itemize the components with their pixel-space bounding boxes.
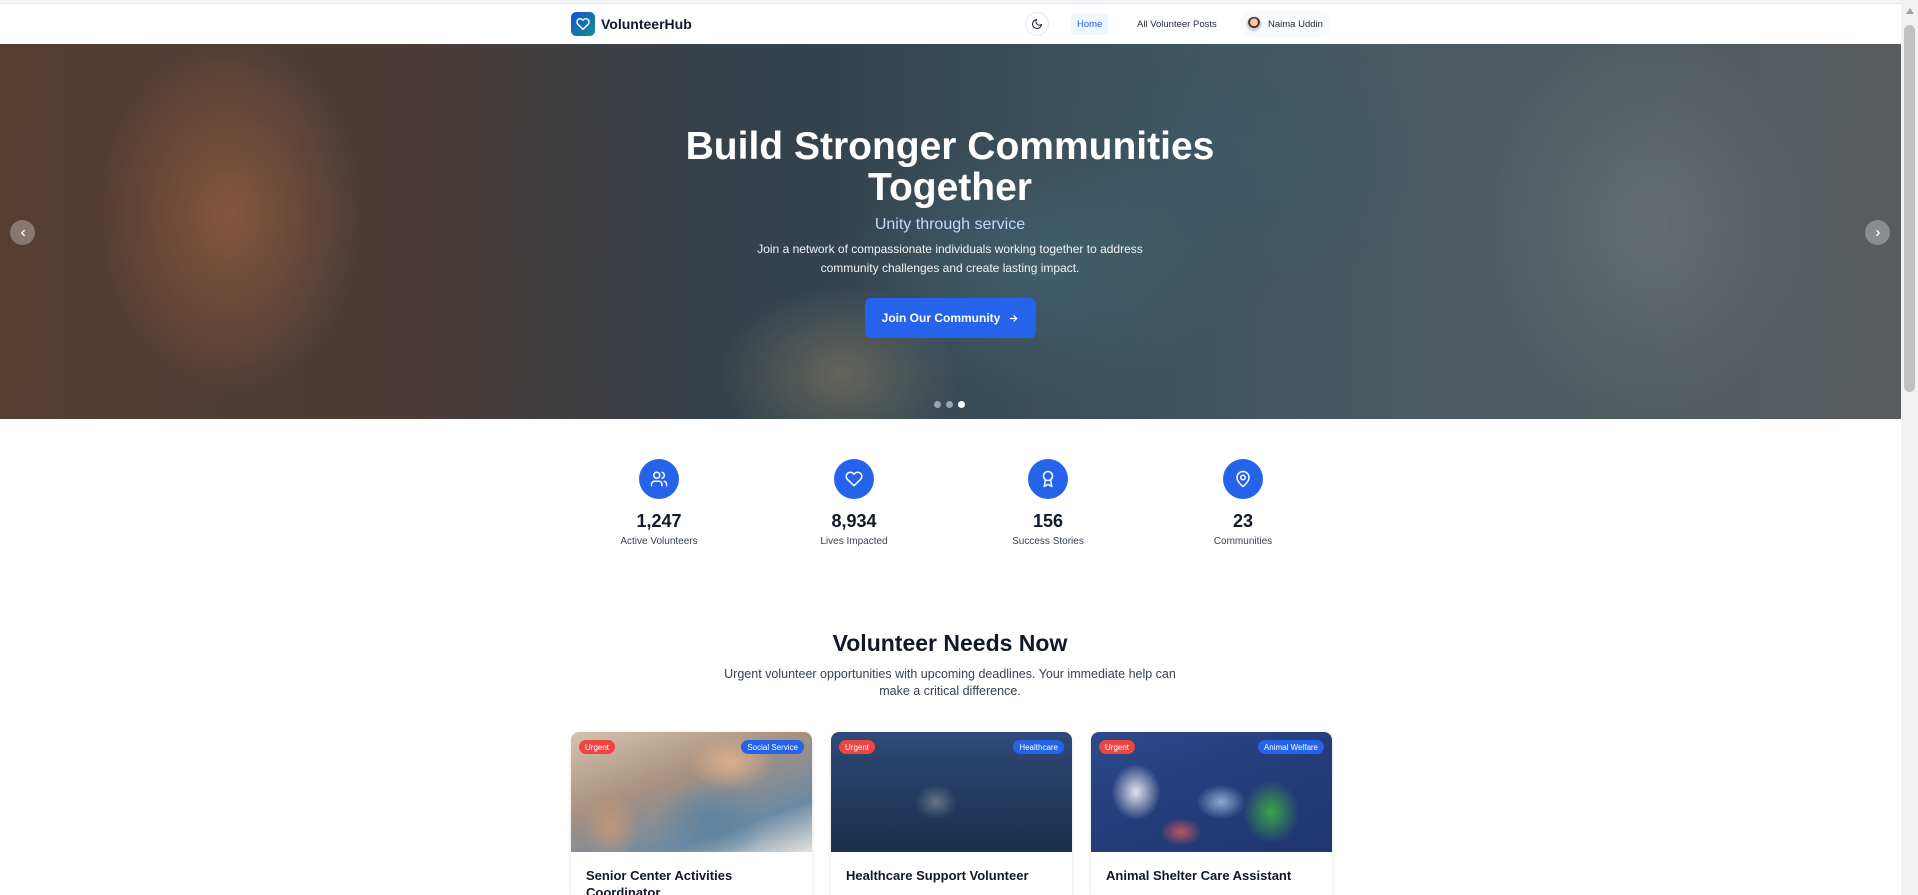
theme-toggle-button[interactable] (1025, 12, 1049, 36)
stat-active-volunteers: 1,247 Active Volunteers (579, 459, 739, 547)
heart-icon (834, 459, 874, 499)
join-community-label: Join Our Community (881, 311, 1001, 325)
volunteer-card[interactable]: Urgent Healthcare Healthcare Support Vol… (831, 732, 1072, 895)
stat-value: 8,934 (831, 511, 877, 531)
volunteer-card[interactable]: Urgent Animal Welfare Animal Shelter Car… (1091, 732, 1332, 895)
user-name: Naima Uddin (1268, 18, 1323, 30)
brand-name: VolunteerHub (601, 16, 692, 32)
users-icon (639, 459, 679, 499)
moon-icon (1032, 19, 1042, 29)
stat-label: Lives Impacted (820, 536, 888, 547)
carousel-dot-1[interactable] (934, 401, 941, 408)
category-badge: Animal Welfare (1257, 740, 1324, 754)
carousel-dot-3[interactable] (958, 401, 965, 408)
stat-communities: 23 Communities (1163, 459, 1323, 547)
carousel-prev-button[interactable] (10, 220, 35, 245)
hero-title: Build Stronger Communities Together (685, 125, 1215, 209)
hero-carousel: Build Stronger Communities Together Unit… (0, 44, 1901, 419)
stat-value: 23 (1232, 511, 1254, 531)
stat-value: 1,247 (636, 511, 682, 531)
brand-link[interactable]: VolunteerHub (571, 12, 692, 36)
nav-home-link[interactable]: Home (1071, 13, 1109, 35)
scroll-up-arrow-icon[interactable] (1906, 8, 1914, 14)
join-community-button[interactable]: Join Our Community (865, 298, 1036, 338)
chevron-left-icon (20, 229, 25, 236)
map-pin-icon (1223, 459, 1263, 499)
navbar: VolunteerHub Home All Volunteer Posts Na… (0, 4, 1901, 44)
scrollbar-thumb[interactable] (1904, 25, 1915, 392)
stat-lives-impacted: 8,934 Lives Impacted (774, 459, 934, 547)
carousel-next-button[interactable] (1865, 220, 1890, 245)
card-title[interactable]: Animal Shelter Care Assistant (1091, 852, 1332, 884)
user-menu[interactable]: Naima Uddin (1240, 11, 1331, 37)
avatar (1246, 16, 1262, 32)
hero-subtitle: Unity through service (874, 216, 1026, 233)
card-title[interactable]: Healthcare Support Volunteer (831, 852, 1072, 884)
stat-label: Active Volunteers (620, 536, 698, 547)
stat-label: Success Stories (1012, 536, 1084, 547)
volunteer-card[interactable]: Urgent Social Service Senior Center Acti… (571, 732, 812, 895)
arrow-right-icon (1010, 314, 1018, 322)
chevron-right-icon (1875, 229, 1880, 236)
card-image: Urgent Animal Welfare (1091, 732, 1332, 852)
urgent-badge: Urgent (839, 740, 876, 754)
category-badge: Social Service (741, 740, 804, 754)
card-image: Urgent Healthcare (831, 732, 1072, 852)
award-icon (1028, 459, 1068, 499)
stat-success-stories: 156 Success Stories (968, 459, 1128, 547)
section-title: Volunteer Needs Now (832, 630, 1068, 656)
card-title[interactable]: Senior Center Activities Coordinator (571, 852, 812, 895)
carousel-dots (934, 401, 965, 408)
hero-description: Join a network of compassionate individu… (757, 242, 1143, 275)
urgent-badge: Urgent (1099, 740, 1136, 754)
category-badge: Healthcare (1013, 740, 1064, 754)
nav-all-posts-link[interactable]: All Volunteer Posts (1131, 13, 1223, 35)
page-scrollbar[interactable] (1901, 0, 1918, 895)
stat-value: 156 (1032, 511, 1064, 531)
heart-logo-icon (571, 12, 595, 36)
section-description: Urgent volunteer opportunities with upco… (724, 667, 1176, 698)
urgent-badge: Urgent (579, 740, 616, 754)
card-image: Urgent Social Service (571, 732, 812, 852)
carousel-dot-2[interactable] (946, 401, 953, 408)
stat-label: Communities (1213, 536, 1273, 547)
